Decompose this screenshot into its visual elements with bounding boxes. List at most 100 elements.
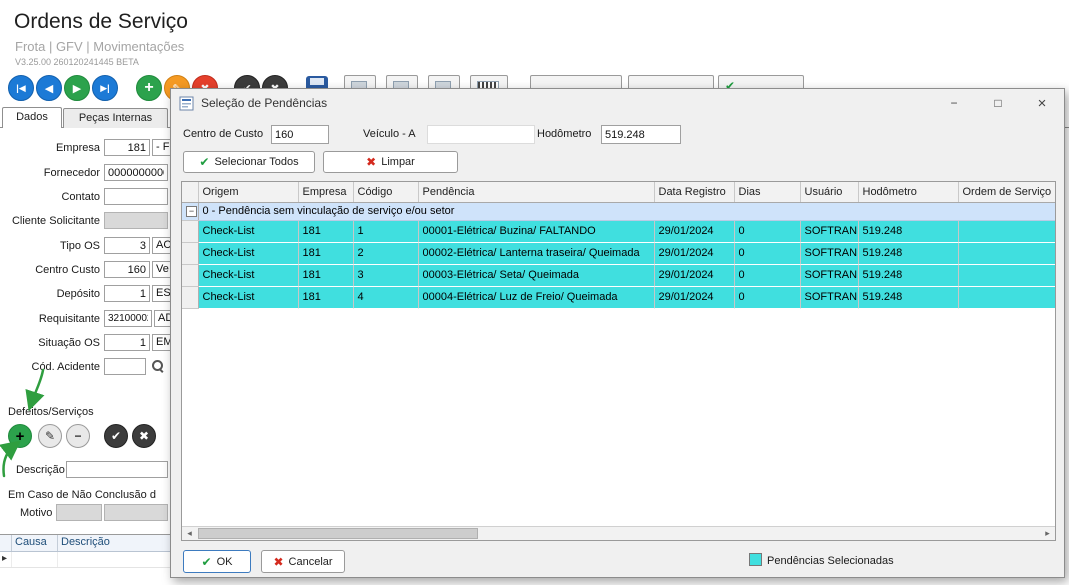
indicator-column-header: [182, 182, 198, 202]
defeito-confirm-button[interactable]: ✔: [104, 424, 128, 448]
grid-header-row: Origem Empresa Código Pendência Data Reg…: [182, 182, 1056, 202]
centro-custo-field[interactable]: [104, 261, 150, 278]
next-record-icon: ▶: [73, 82, 81, 95]
minimize-icon: −: [950, 96, 957, 110]
horizontal-scrollbar[interactable]: ◂ ▸: [182, 526, 1055, 540]
dialog-titlebar[interactable]: Seleção de Pendências: [171, 89, 1064, 117]
label-deposito: Depósito: [0, 288, 100, 300]
header-pendencia[interactable]: Pendência: [418, 182, 654, 202]
contato-field[interactable]: [104, 188, 168, 205]
descricao-field[interactable]: [66, 461, 168, 478]
minus-icon: −: [74, 429, 81, 443]
motivo-field: [56, 504, 102, 521]
first-record-button[interactable]: |◀: [8, 75, 34, 101]
label-requisitante: Requisitante: [0, 313, 100, 325]
defeito-cancel-button[interactable]: ✖: [132, 424, 156, 448]
defeito-remove-button[interactable]: −: [66, 424, 90, 448]
pendencia-row[interactable]: Check-List 181 2 00002-Elétrica/ Lantern…: [182, 242, 1056, 264]
nao-conclusao-label: Em Caso de Não Conclusão d: [8, 489, 172, 501]
motivo-desc-field: [104, 504, 168, 521]
label-contato: Contato: [0, 191, 100, 203]
label-motivo: Motivo: [20, 507, 52, 519]
pendencias-grid: Origem Empresa Código Pendência Data Reg…: [181, 181, 1056, 541]
legend-color-swatch: [749, 553, 762, 566]
label-empresa: Empresa: [0, 142, 100, 154]
last-record-button[interactable]: ▶|: [92, 75, 118, 101]
confirm-icon: ✔: [111, 429, 121, 443]
annotation-arrow-down-icon: [31, 370, 43, 404]
pendencia-row[interactable]: Check-List 181 1 00001-Elétrica/ Buzina/…: [182, 220, 1056, 242]
maximize-icon: □: [994, 96, 1001, 110]
situacao-os-field[interactable]: [104, 334, 150, 351]
dialog-icon: [179, 96, 194, 111]
causa-grid-header: Causa Descrição: [0, 535, 170, 552]
fornecedor-field[interactable]: [104, 164, 168, 181]
pendencia-row[interactable]: Check-List 181 4 00004-Elétrica/ Luz de …: [182, 286, 1056, 308]
cancel-icon: ✖: [139, 429, 149, 443]
cod-acidente-field[interactable]: [104, 358, 146, 375]
close-icon: ×: [1038, 95, 1047, 112]
header-ordem-servico[interactable]: Ordem de Serviço: [958, 182, 1056, 202]
header-data-registro[interactable]: Data Registro: [654, 182, 734, 202]
first-record-icon: |◀: [16, 83, 25, 94]
defeito-edit-button[interactable]: ✎: [38, 424, 62, 448]
label-centro-custo: Centro Custo: [0, 264, 100, 276]
page-title: Ordens de Serviço: [14, 10, 188, 34]
group-label: 0 - Pendência sem vinculação de serviço …: [198, 202, 1056, 220]
header-usuario[interactable]: Usuário: [800, 182, 858, 202]
label-hodometro: Hodômetro: [537, 128, 591, 140]
add-record-button[interactable]: +: [136, 75, 162, 101]
label-tipo-os: Tipo OS: [0, 240, 100, 252]
dialog-title: Seleção de Pendências: [201, 96, 327, 110]
cancelar-button[interactable]: ✖ Cancelar: [261, 550, 345, 573]
pencil-icon: ✎: [45, 429, 55, 443]
close-button[interactable]: ×: [1020, 89, 1064, 117]
defeito-add-button[interactable]: +: [8, 424, 32, 448]
plus-icon: +: [16, 428, 25, 445]
group-row[interactable]: − 0 - Pendência sem vinculação de serviç…: [182, 202, 1056, 220]
label-cliente-solicitante: Cliente Solicitante: [0, 215, 100, 227]
scroll-right-icon[interactable]: ▸: [1040, 527, 1055, 540]
tab-dados[interactable]: Dados: [2, 107, 62, 128]
header-descricao: Descrição: [58, 535, 170, 551]
next-record-button[interactable]: ▶: [64, 75, 90, 101]
hodometro-field[interactable]: [601, 125, 681, 144]
header-codigo[interactable]: Código: [353, 182, 418, 202]
deposito-field[interactable]: [104, 285, 150, 302]
legend-label: Pendências Selecionadas: [767, 555, 894, 567]
header-hodometro[interactable]: Hodômetro: [858, 182, 958, 202]
pendencia-row[interactable]: Check-List 181 3 00003-Elétrica/ Seta/ Q…: [182, 264, 1056, 286]
label-cod-acidente: Cód. Acidente: [0, 361, 100, 373]
ok-button[interactable]: ✔ OK: [183, 550, 251, 573]
last-record-icon: ▶|: [100, 83, 109, 94]
selecionar-todos-button[interactable]: ✔ Selecionar Todos: [183, 151, 315, 173]
label-descricao: Descrição: [16, 464, 65, 476]
causa-grid: Causa Descrição ▸: [0, 534, 170, 585]
empresa-field[interactable]: [104, 139, 150, 156]
tipo-os-field[interactable]: [104, 237, 150, 254]
scroll-left-icon[interactable]: ◂: [182, 527, 197, 540]
scrollbar-thumb[interactable]: [198, 528, 478, 539]
header-empresa[interactable]: Empresa: [298, 182, 353, 202]
requisitante-field[interactable]: [104, 310, 152, 327]
version-label: V3.25.00 260120241445 BETA: [15, 57, 139, 67]
header-origem[interactable]: Origem: [198, 182, 298, 202]
collapse-icon[interactable]: −: [186, 206, 197, 217]
selecao-pendencias-dialog: Seleção de Pendências − □ × Centro de Cu…: [170, 88, 1065, 578]
search-icon[interactable]: [151, 359, 164, 372]
causa-grid-row[interactable]: ▸: [0, 552, 170, 568]
label-veiculo: Veículo - A: [363, 128, 416, 140]
label-centro-de-custo: Centro de Custo: [183, 128, 263, 140]
limpar-button[interactable]: ✖ Limpar: [323, 151, 458, 173]
prior-record-icon: ◀: [45, 82, 53, 95]
maximize-button[interactable]: □: [976, 89, 1020, 117]
centro-de-custo-field[interactable]: [271, 125, 329, 144]
annotation-arrow-up-icon: [3, 445, 15, 476]
veiculo-field[interactable]: [427, 125, 535, 144]
prior-record-button[interactable]: ◀: [36, 75, 62, 101]
cliente-solicitante-field: [104, 212, 168, 229]
tab-pecas-internas[interactable]: Peças Internas: [63, 108, 168, 128]
x-icon: ✖: [366, 155, 376, 169]
minimize-button[interactable]: −: [932, 89, 976, 117]
header-dias[interactable]: Dias: [734, 182, 800, 202]
